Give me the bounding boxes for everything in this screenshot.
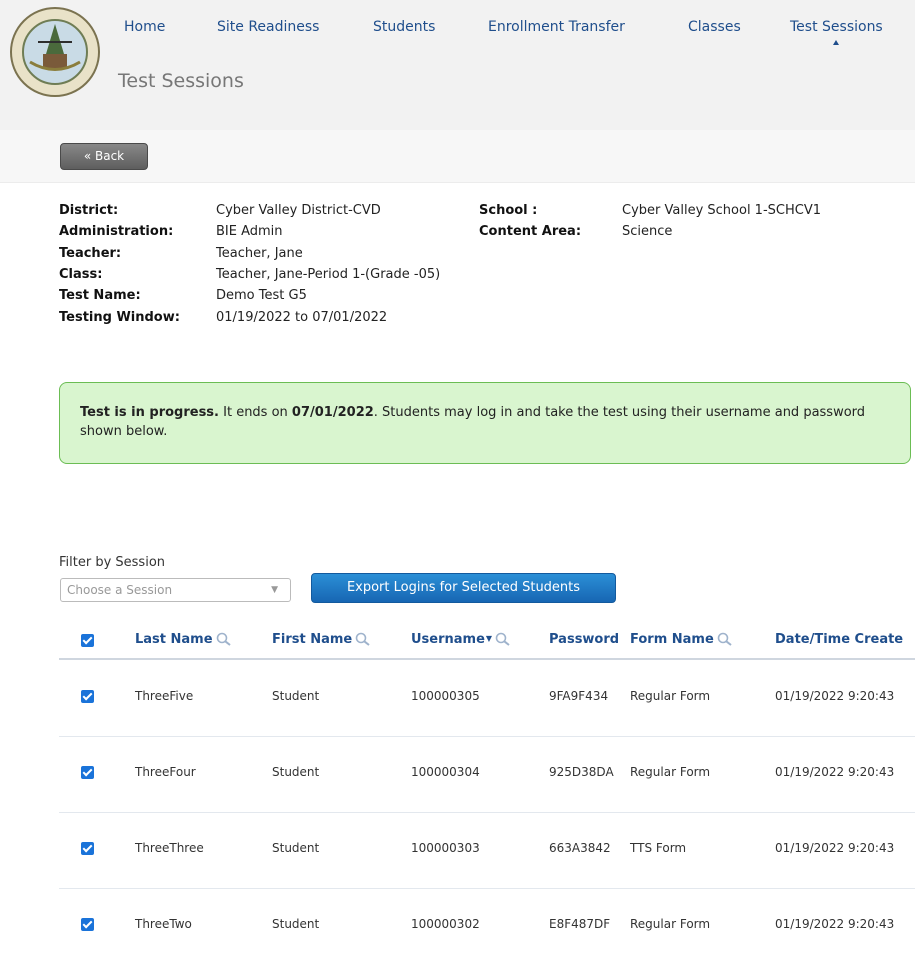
col-form-name[interactable]: Form Name [630,632,733,647]
export-logins-button[interactable]: Export Logins for Selected Students [311,573,616,603]
cell-first-name: Student [272,841,320,855]
class-value: Teacher, Jane-Period 1-(Grade -05) [216,267,441,282]
content-area-value: Science [622,224,673,239]
cell-form-name: Regular Form [630,765,711,779]
col-first-name[interactable]: First Name [272,632,371,647]
header: Home Site Readiness Students Enrollment … [0,0,915,130]
nav-site-readiness[interactable]: Site Readiness [217,19,319,35]
row-checkbox[interactable] [81,766,94,779]
test-name-label: Test Name: [59,288,141,303]
row-checkbox[interactable] [81,918,94,931]
cell-date-created: 01/19/2022 9:20:43 [775,917,895,931]
status-text-1: It ends on [219,405,292,420]
cell-form-name: Regular Form [630,689,711,703]
bie-seal-logo[interactable] [8,2,118,106]
nav-enrollment-transfer[interactable]: Enrollment Transfer [488,19,625,35]
school-label: School : [479,203,538,218]
table-row: ThreeFive Student 100000305 9FA9F434 Reg… [59,660,915,737]
cell-first-name: Student [272,689,320,703]
cell-date-created: 01/19/2022 9:20:43 [775,841,895,855]
table-row: ThreeTwo Student 100000302 E8F487DF Regu… [59,888,915,964]
cell-password: 663A3842 [549,841,611,855]
back-button[interactable]: « Back [60,143,148,170]
col-last-name[interactable]: Last Name [135,632,232,647]
search-icon[interactable] [495,632,511,646]
teacher-value: Teacher, Jane [216,246,303,261]
table-header: Last Name First Name Username▼ Password … [59,620,915,660]
cell-username: 100000305 [411,689,480,703]
status-end-date: 07/01/2022 [291,405,374,420]
session-select[interactable]: Choose a Session ▼ [60,578,291,602]
cell-last-name: ThreeThree [135,841,204,855]
cell-username: 100000303 [411,841,480,855]
page-title: Test Sessions [118,70,244,92]
status-lead: Test is in progress. [80,405,219,420]
content-area-label: Content Area: [479,224,582,239]
filter-label: Filter by Session [59,555,166,570]
cell-password: E8F487DF [549,917,611,931]
status-message: Test is in progress. It ends on 07/01/20… [59,382,911,464]
row-checkbox[interactable] [81,842,94,855]
col-password: Password [549,632,620,647]
table-row: ThreeFour Student 100000304 925D38DA Reg… [59,736,915,813]
teacher-label: Teacher: [59,246,122,261]
table-row: ThreeThree Student 100000303 663A3842 TT… [59,812,915,889]
chevron-down-icon: ▼ [271,585,278,595]
cell-form-name: Regular Form [630,917,711,931]
search-icon[interactable] [355,632,371,646]
col-date-time-created[interactable]: Date/Time Create [775,632,903,647]
cell-username: 100000302 [411,917,480,931]
col-username[interactable]: Username▼ [411,632,511,647]
cell-first-name: Student [272,765,320,779]
test-name-value: Demo Test G5 [216,288,307,303]
district-value: Cyber Valley District-CVD [216,203,381,218]
cell-password: 925D38DA [549,765,614,779]
class-label: Class: [59,267,103,282]
district-label: District: [59,203,119,218]
select-all-checkbox[interactable] [81,634,94,647]
cell-last-name: ThreeFour [135,765,196,779]
school-value: Cyber Valley School 1-SCHCV1 [622,203,821,218]
administration-label: Administration: [59,224,174,239]
cell-last-name: ThreeFive [135,689,194,703]
cell-password: 9FA9F434 [549,689,609,703]
search-icon[interactable] [717,632,733,646]
testing-window-value: 01/19/2022 to 07/01/2022 [216,310,388,325]
testing-window-label: Testing Window: [59,310,180,325]
nav-classes[interactable]: Classes [688,19,741,35]
cell-first-name: Student [272,917,320,931]
cell-date-created: 01/19/2022 9:20:43 [775,765,895,779]
row-checkbox[interactable] [81,690,94,703]
nav-home[interactable]: Home [124,19,165,35]
administration-value: BIE Admin [216,224,283,239]
cell-form-name: TTS Form [630,841,687,855]
session-select-placeholder: Choose a Session [67,583,173,597]
nav-test-sessions[interactable]: Test Sessions [790,19,883,45]
cell-date-created: 01/19/2022 9:20:43 [775,689,895,703]
cell-username: 100000304 [411,765,480,779]
sort-desc-icon: ▼ [485,634,493,643]
cell-last-name: ThreeTwo [135,917,192,931]
nav-students[interactable]: Students [373,19,435,35]
search-icon[interactable] [216,632,232,646]
